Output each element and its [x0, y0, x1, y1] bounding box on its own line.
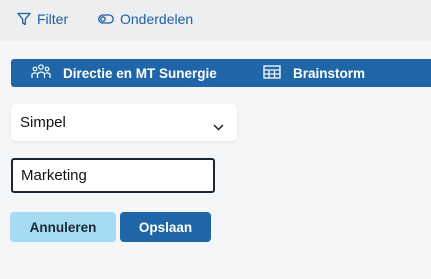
team-label: Directie en MT Sunergie: [63, 65, 217, 81]
filter-icon: [17, 12, 31, 26]
parts-button[interactable]: Onderdelen: [98, 11, 193, 27]
toolbar: Filter Onderdelen: [0, 0, 431, 41]
chevron-down-icon: [213, 118, 224, 135]
parts-label: Onderdelen: [120, 11, 194, 27]
view-select[interactable]: Simpel: [11, 104, 237, 141]
view-select-value: Simpel: [20, 114, 66, 131]
save-button[interactable]: Opslaan: [120, 212, 211, 242]
board-nav-bar: Directie en MT Sunergie Brainstorm: [11, 59, 431, 87]
team-tab[interactable]: Directie en MT Sunergie: [31, 59, 217, 87]
cancel-button[interactable]: Annuleren: [10, 212, 116, 242]
board-tab[interactable]: Brainstorm: [263, 59, 365, 87]
name-input[interactable]: [11, 158, 215, 193]
table-icon: [263, 64, 281, 82]
toggle-icon: [98, 13, 114, 25]
filter-label: Filter: [37, 11, 69, 27]
filter-button[interactable]: Filter: [17, 11, 68, 27]
board-label: Brainstorm: [293, 65, 366, 81]
people-icon: [31, 63, 51, 84]
